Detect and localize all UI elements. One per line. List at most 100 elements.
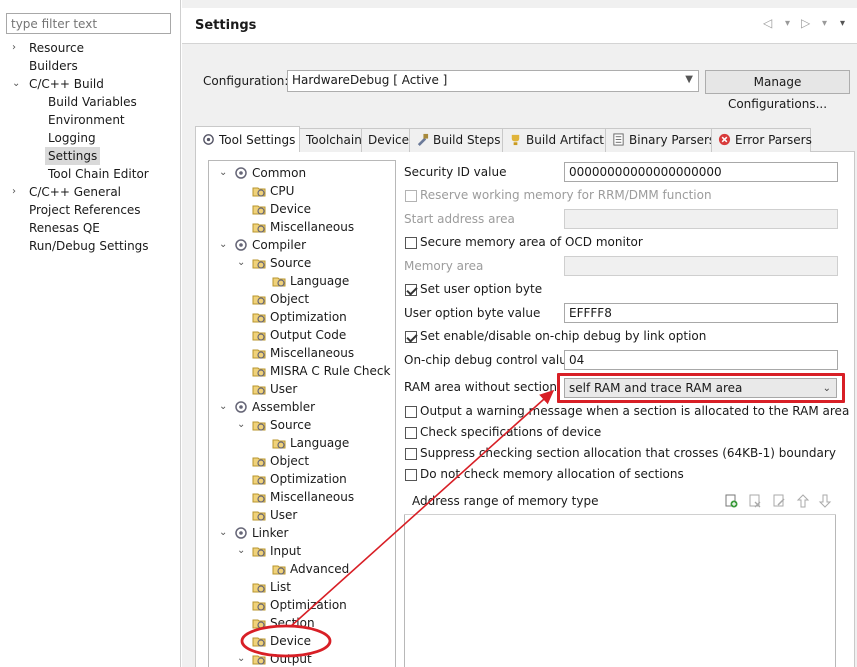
warn-section-checkbox[interactable] xyxy=(405,406,417,418)
option-folder-icon xyxy=(252,187,266,197)
option-folder-icon xyxy=(252,367,266,377)
nav-item-renesas-qe[interactable]: Renesas QE xyxy=(29,219,100,237)
onchip-control-input[interactable]: 04 xyxy=(564,350,838,370)
tree-node[interactable]: Miscellaneous xyxy=(252,488,354,506)
tree-node[interactable]: Language xyxy=(272,434,349,452)
tree-node[interactable]: Miscellaneous xyxy=(252,344,354,362)
nav-item-project-references[interactable]: Project References xyxy=(29,201,141,219)
manage-configurations-button[interactable]: Manage Configurations... xyxy=(705,70,850,111)
tree-node-label: Device xyxy=(270,634,312,648)
warn-section-label: Output a warning message when a section … xyxy=(420,404,850,418)
user-option-value-input[interactable]: EFFFF8 xyxy=(564,303,838,323)
option-folder-icon xyxy=(252,547,266,557)
tree-expand-icon[interactable]: ⌄ xyxy=(219,236,229,254)
tab-tool-settings[interactable]: Tool Settings xyxy=(195,126,300,152)
nav-item-tool-chain-editor[interactable]: Tool Chain Editor xyxy=(48,165,149,183)
tree-node[interactable]: Object xyxy=(252,290,309,308)
tree-expand-icon[interactable]: ⌄ xyxy=(237,254,247,272)
build-artifact-icon xyxy=(511,134,520,146)
tree-node[interactable]: Assembler xyxy=(234,398,315,416)
nav-item-cc-general[interactable]: C/C++ General xyxy=(29,183,121,201)
tree-node[interactable]: Object xyxy=(252,452,309,470)
collapse-cc-build-icon[interactable]: ⌄ xyxy=(12,75,22,93)
nav-item-builders[interactable]: Builders xyxy=(29,57,78,75)
set-user-option-label: Set user option byte xyxy=(420,282,543,296)
tab-device[interactable]: Device xyxy=(361,128,410,152)
tree-node[interactable]: CPU xyxy=(252,182,294,200)
tree-expand-icon[interactable]: ⌄ xyxy=(219,524,229,542)
filter-input[interactable] xyxy=(6,13,171,34)
tree-node[interactable]: Output Code xyxy=(252,326,346,344)
tree-node[interactable]: Device xyxy=(252,200,311,218)
nav-item-logging[interactable]: Logging xyxy=(48,129,96,147)
tab-build-steps[interactable]: Build Steps xyxy=(409,128,503,152)
tree-node[interactable]: Section xyxy=(252,614,315,632)
suppress-boundary-label: Suppress checking section allocation tha… xyxy=(420,446,836,460)
tree-node[interactable]: Output xyxy=(252,650,312,667)
tree-expand-icon[interactable]: ⌄ xyxy=(237,416,247,434)
tree-node-label: Common xyxy=(252,166,307,180)
check-spec-checkbox[interactable] xyxy=(405,427,417,439)
tree-node[interactable]: Optimization xyxy=(252,470,347,488)
nav-item-environment[interactable]: Environment xyxy=(48,111,125,129)
option-folder-icon xyxy=(252,511,266,521)
tree-node[interactable]: Source xyxy=(252,254,311,272)
tree-expand-icon[interactable]: ⌄ xyxy=(237,650,247,667)
reserve-memory-checkbox[interactable] xyxy=(405,190,417,202)
secure-ocd-label: Secure memory area of OCD monitor xyxy=(420,235,643,249)
onchip-debug-label: Set enable/disable on-chip debug by link… xyxy=(420,329,707,343)
tree-node[interactable]: User xyxy=(252,380,297,398)
back-icon[interactable]: ◁ xyxy=(763,16,772,30)
tree-node[interactable]: Linker xyxy=(234,524,288,542)
tree-node[interactable]: MISRA C Rule Check xyxy=(252,362,390,380)
tab-error-parsers[interactable]: Error Parsers xyxy=(711,128,812,152)
tree-node[interactable]: Source xyxy=(252,416,311,434)
forward-icon[interactable]: ▷ xyxy=(801,16,810,30)
edit-icon[interactable] xyxy=(772,494,786,508)
expand-resource-icon[interactable]: › xyxy=(12,39,22,57)
tab-toolchain[interactable]: Toolchain xyxy=(299,128,362,152)
security-id-input[interactable]: 00000000000000000000 xyxy=(564,162,838,182)
tree-node[interactable]: Miscellaneous xyxy=(252,218,354,236)
nav-item-resource[interactable]: Resource xyxy=(29,39,84,57)
suppress-boundary-checkbox[interactable] xyxy=(405,448,417,460)
memory-area-label: Memory area xyxy=(404,259,484,273)
security-id-label: Security ID value xyxy=(404,165,507,179)
nav-item-run-debug-settings[interactable]: Run/Debug Settings xyxy=(29,237,149,255)
delete-icon[interactable] xyxy=(748,494,762,508)
forward-dropdown-icon[interactable]: ▾ xyxy=(822,18,827,29)
tree-node[interactable]: Language xyxy=(272,272,349,290)
tree-node[interactable]: Optimization xyxy=(252,596,347,614)
configuration-select[interactable]: HardwareDebug [ Active ] ▼ xyxy=(287,70,699,92)
tree-node[interactable]: Compiler xyxy=(234,236,306,254)
onchip-debug-checkbox[interactable] xyxy=(405,331,417,343)
tree-node[interactable]: Device xyxy=(252,632,311,650)
nav-item-build-variables[interactable]: Build Variables xyxy=(48,93,137,111)
start-address-input[interactable] xyxy=(564,209,838,229)
view-menu-icon[interactable]: ▾ xyxy=(840,18,845,29)
tree-node[interactable]: Optimization xyxy=(252,308,347,326)
move-down-icon[interactable] xyxy=(818,494,832,508)
tree-node[interactable]: Advanced xyxy=(272,560,349,578)
tree-expand-icon[interactable]: ⌄ xyxy=(219,398,229,416)
expand-cc-general-icon[interactable]: › xyxy=(12,183,22,201)
nav-item-cc-build[interactable]: C/C++ Build xyxy=(29,75,104,93)
set-user-option-checkbox[interactable] xyxy=(405,284,417,296)
no-check-memory-checkbox[interactable] xyxy=(405,469,417,481)
tree-expand-icon[interactable]: ⌄ xyxy=(219,164,229,182)
memory-area-input[interactable] xyxy=(564,256,838,276)
tab-build-artifact[interactable]: Build Artifact xyxy=(502,128,606,152)
tree-node[interactable]: User xyxy=(252,506,297,524)
tree-node-label: MISRA C Rule Check xyxy=(270,364,391,378)
tree-node[interactable]: Common xyxy=(234,164,306,182)
back-dropdown-icon[interactable]: ▾ xyxy=(785,18,790,29)
tree-node[interactable]: Input xyxy=(252,542,301,560)
move-up-icon[interactable] xyxy=(796,494,810,508)
add-icon[interactable] xyxy=(724,494,738,508)
tab-binary-parsers[interactable]: Binary Parsers xyxy=(605,128,715,152)
tree-node[interactable]: List xyxy=(252,578,291,596)
tree-node-label: Object xyxy=(270,292,310,306)
secure-ocd-checkbox[interactable] xyxy=(405,237,417,249)
nav-item-settings[interactable]: Settings xyxy=(45,147,101,165)
tree-expand-icon[interactable]: ⌄ xyxy=(237,542,247,560)
